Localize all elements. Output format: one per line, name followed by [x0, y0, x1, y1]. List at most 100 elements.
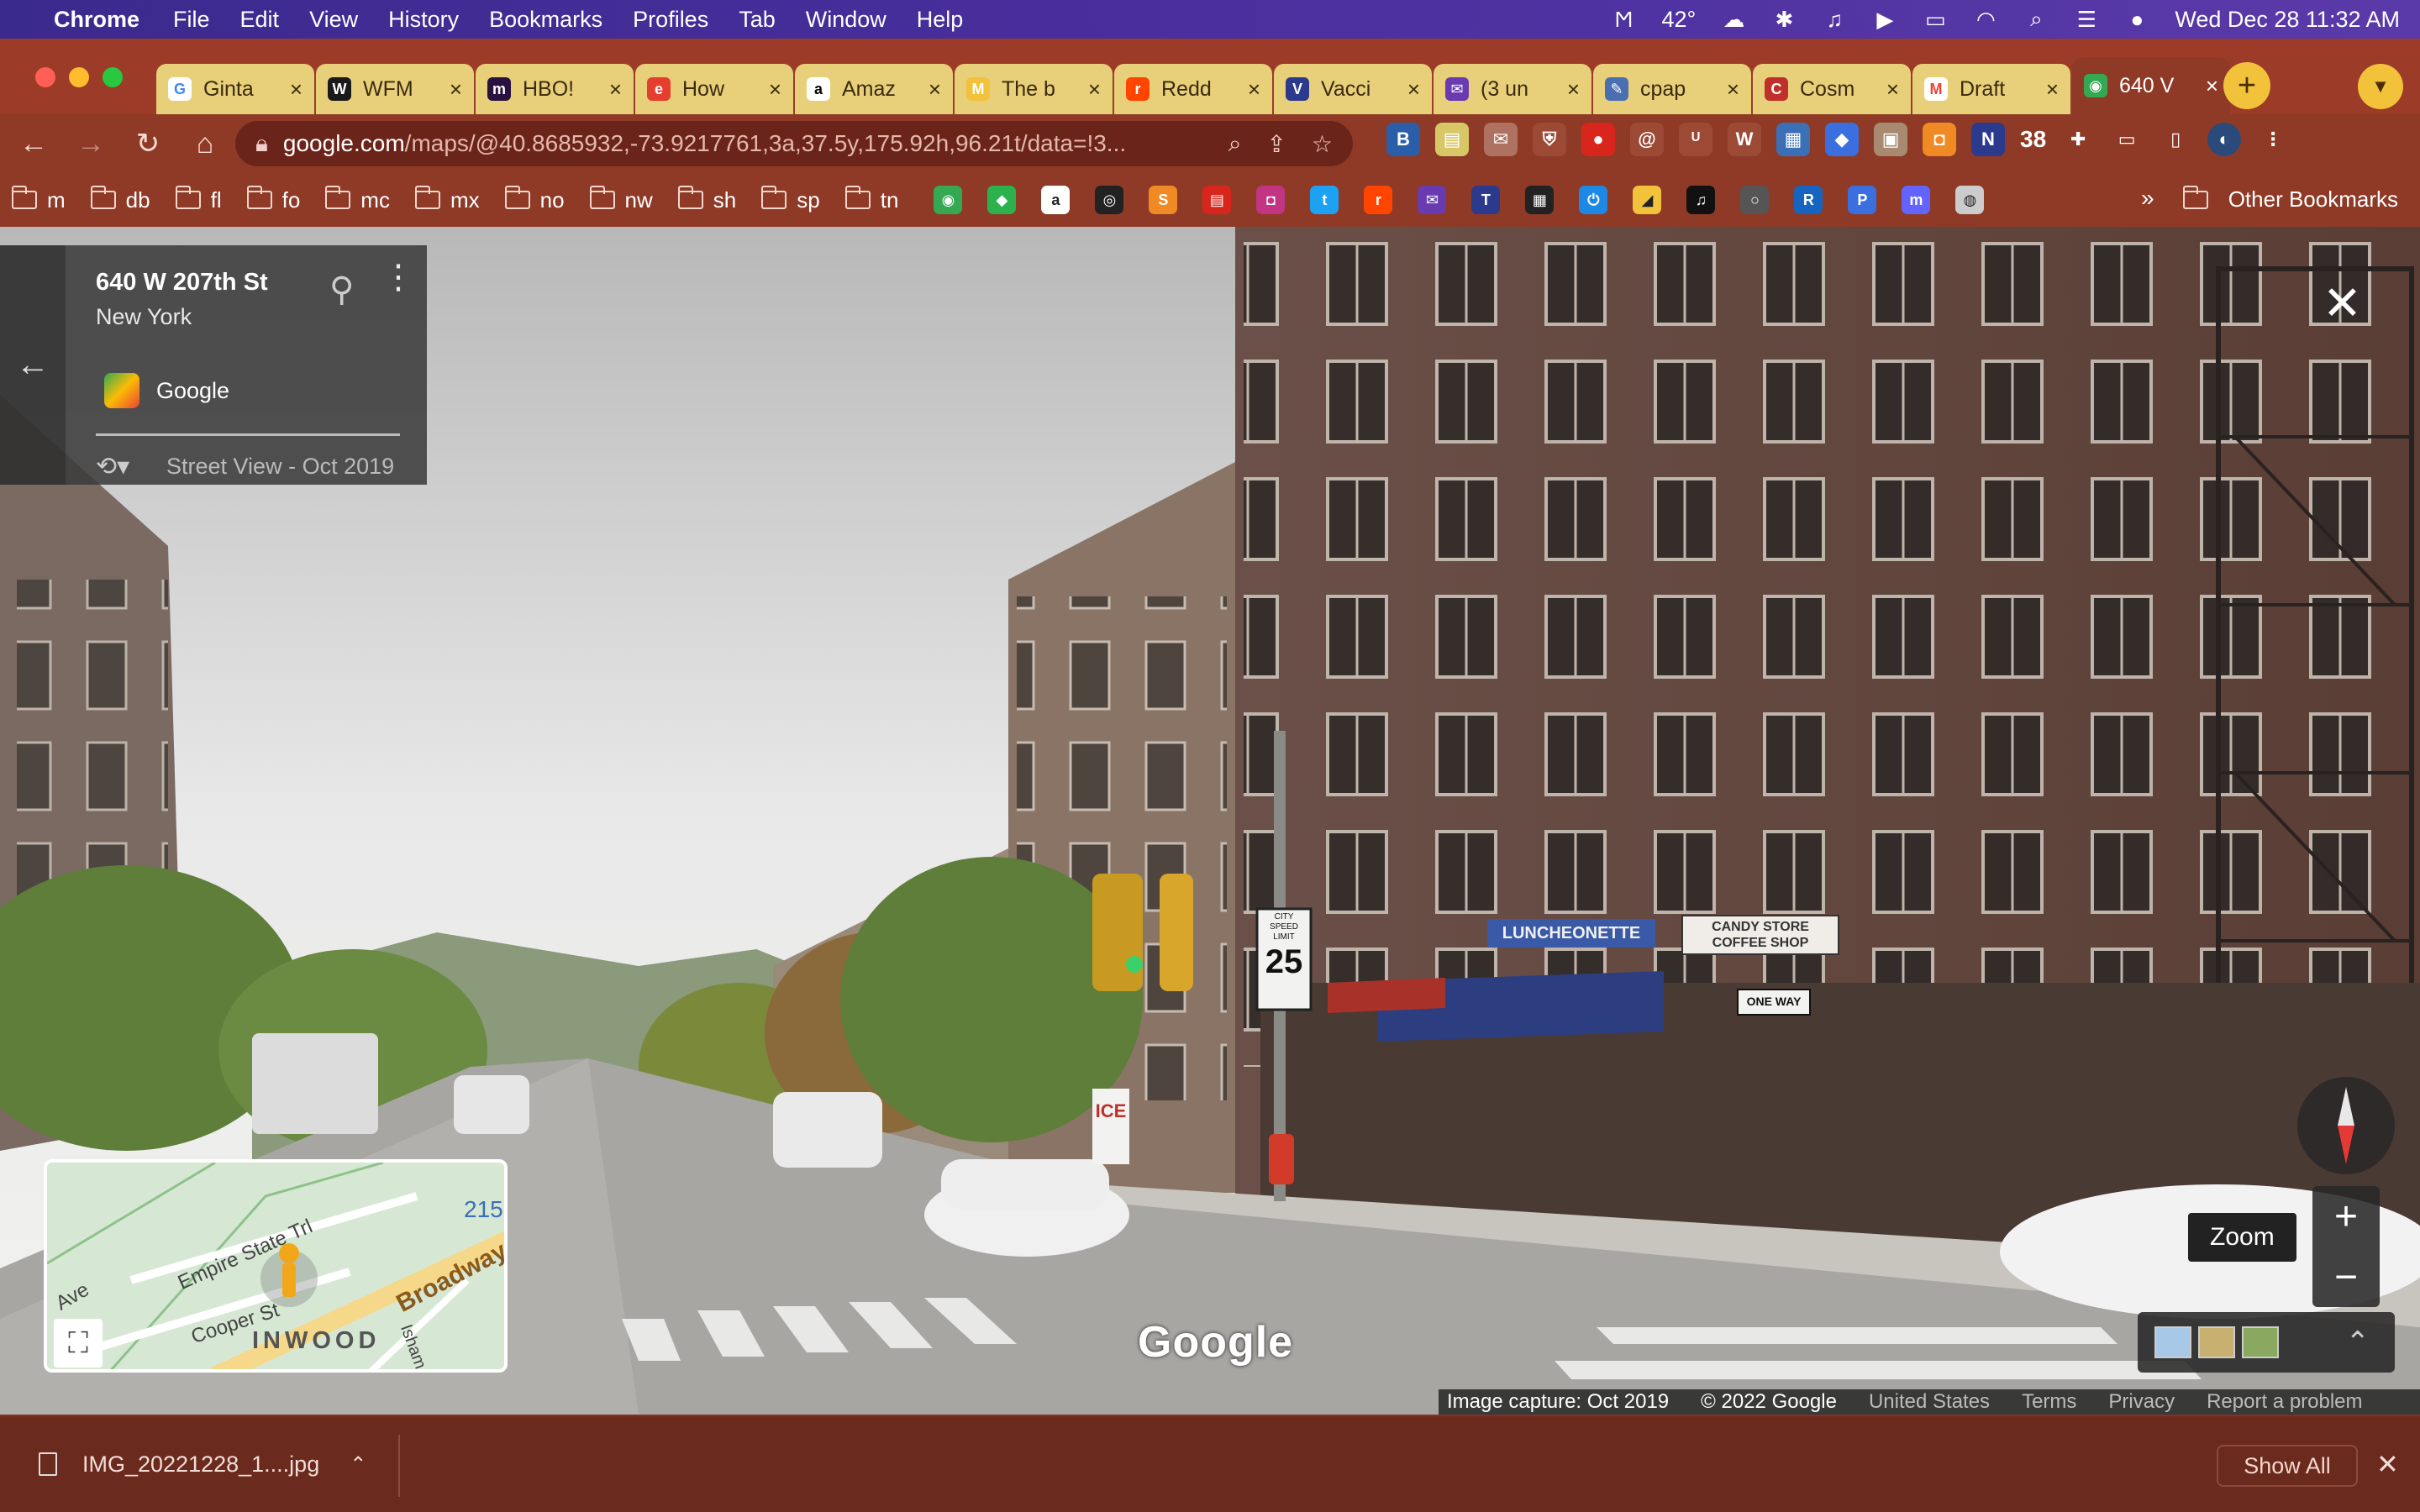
expand-up-chevron-icon[interactable]: ⌃	[2346, 1326, 2370, 1359]
tab-close-icon[interactable]: ×	[609, 76, 622, 102]
browser-tab[interactable]: C Cosm ×	[1753, 64, 1911, 114]
menu-view[interactable]: View	[309, 7, 358, 33]
tab-close-icon[interactable]: ×	[2046, 76, 2059, 102]
bookmark-folder[interactable]: sh	[677, 186, 736, 213]
tab-close-icon[interactable]: ×	[1248, 76, 1260, 102]
maps-bookmark-icon[interactable]: ◉	[934, 186, 963, 214]
window-close-button[interactable]	[35, 67, 55, 87]
extension-badge-count[interactable]: 38	[2020, 126, 2046, 153]
download-filename[interactable]: IMG_20221228_1....jpg	[82, 1452, 319, 1478]
browser-tab[interactable]: M The b ×	[955, 64, 1113, 114]
tab-close-icon[interactable]: ×	[1567, 76, 1580, 102]
layer-thumbnail[interactable]	[2242, 1326, 2279, 1358]
tab-search-button[interactable]: ▼	[2358, 64, 2403, 109]
back-arrow-button[interactable]: ←	[0, 245, 66, 485]
bookmarks-overflow-chevron[interactable]: »	[2141, 185, 2154, 212]
ring-bookmark-icon[interactable]: ○	[1740, 186, 1770, 214]
browser-tab[interactable]: a Amaz ×	[795, 64, 953, 114]
pin-extension-icon[interactable]: ◆	[1825, 123, 1859, 156]
red-extension-icon[interactable]: ●	[1581, 123, 1615, 156]
orange-extension-icon[interactable]: ◘	[1923, 123, 1956, 156]
tab-close-icon[interactable]: ×	[1727, 76, 1739, 102]
tab-close-icon[interactable]: ×	[769, 76, 781, 102]
control-center-icon[interactable]: ☰	[2074, 7, 2099, 32]
browser-tab[interactable]: W WFM ×	[316, 64, 474, 114]
shield-extension-icon[interactable]: ⛨	[1533, 123, 1566, 156]
r-bookmark-icon[interactable]: R	[1794, 186, 1823, 214]
country-link[interactable]: United States	[1869, 1390, 1990, 1414]
menu-file[interactable]: File	[173, 7, 210, 33]
bookmark-folder[interactable]: fl	[175, 186, 222, 213]
bookmark-folder[interactable]: fo	[246, 186, 300, 213]
chrome-menu-icon[interactable]: ⋮	[2256, 123, 2290, 156]
menu-history[interactable]: History	[388, 7, 459, 33]
battery-icon[interactable]: ▭	[1923, 7, 1948, 32]
spotlight-search-icon[interactable]: ⌕	[2023, 6, 2049, 32]
lock-icon[interactable]: 🔒︎	[255, 130, 268, 158]
s-bookmark-icon[interactable]: S	[1149, 186, 1178, 214]
browser-tab[interactable]: m HBO! ×	[476, 64, 634, 114]
trello-extension-icon[interactable]: B	[1386, 123, 1420, 156]
browser-tab[interactable]: ✉ (3 un ×	[1434, 64, 1591, 114]
close-street-view-button[interactable]: ✕	[2323, 276, 2362, 331]
home-button[interactable]: ⌂	[182, 120, 229, 167]
browser-tab[interactable]: r Redd ×	[1114, 64, 1272, 114]
mail-bookmark-icon[interactable]: ✉	[1418, 186, 1447, 214]
time-travel-icon[interactable]: ⟲▾	[96, 452, 129, 481]
zoom-out-button[interactable]: −	[2312, 1247, 2380, 1307]
other-bookmarks-folder[interactable]: Other Bookmarks	[2182, 185, 2398, 213]
menu-edit[interactable]: Edit	[240, 7, 280, 33]
street-view-panorama[interactable]: CITY SPEED LIMIT 25 LUNCHEONETTE CANDY S…	[0, 227, 2420, 1415]
image-extension-icon[interactable]: ▣	[1874, 123, 1907, 156]
window-minimize-button[interactable]	[69, 67, 89, 87]
mail-extension-icon[interactable]: ✉	[1484, 123, 1518, 156]
more-options-icon[interactable]: ⋮	[381, 260, 415, 294]
browser-tab[interactable]: ◉ 640 V ×	[2072, 57, 2230, 114]
show-all-downloads-button[interactable]: Show All	[2217, 1445, 2358, 1487]
terms-link[interactable]: Terms	[2022, 1390, 2076, 1414]
film-bookmark-icon[interactable]: ▦	[1525, 186, 1555, 214]
window-zoom-button[interactable]	[103, 67, 123, 87]
n-extension-icon[interactable]: N	[1971, 123, 2005, 156]
reload-button[interactable]: ↻	[124, 120, 171, 167]
headphones-bookmark-icon[interactable]: ♫	[1686, 186, 1716, 214]
bookmark-folder[interactable]: tn	[844, 186, 898, 213]
tab-close-icon[interactable]: ×	[2206, 73, 2218, 99]
browser-tab[interactable]: V Vacci ×	[1274, 64, 1432, 114]
headphones-icon[interactable]: ♫	[1822, 7, 1847, 32]
t-bookmark-icon[interactable]: T	[1471, 186, 1501, 214]
bookmark-folder[interactable]: sp	[761, 186, 820, 213]
bookmark-star-icon[interactable]: ☆	[1312, 130, 1333, 158]
bookmark-folder[interactable]: db	[90, 186, 150, 213]
menu-tab[interactable]: Tab	[739, 7, 776, 33]
mastodon-bookmark-icon[interactable]: m	[1902, 186, 1931, 214]
browser-tab[interactable]: e How ×	[635, 64, 793, 114]
share-icon[interactable]: ⇪	[1266, 130, 1286, 158]
sheet-extension-icon[interactable]: ▤	[1435, 123, 1469, 156]
p-bookmark-icon[interactable]: P	[1848, 186, 1877, 214]
twitter-bookmark-icon[interactable]: t	[1310, 186, 1339, 214]
siri-icon[interactable]: ●	[2124, 7, 2149, 32]
reddit-bookmark-icon[interactable]: r	[1364, 186, 1393, 214]
forward-button[interactable]: →	[67, 120, 114, 167]
menu-window[interactable]: Window	[806, 7, 886, 33]
close-downloads-shelf-button[interactable]: ✕	[2376, 1448, 2399, 1480]
feedly-bookmark-icon[interactable]: ◆	[987, 186, 1017, 214]
browser-tab[interactable]: G Ginta ×	[156, 64, 314, 114]
target-bookmark-icon[interactable]: ◎	[1095, 186, 1124, 214]
wifi-icon[interactable]: ◠	[1973, 7, 1998, 32]
privacy-link[interactable]: Privacy	[2108, 1390, 2175, 1414]
bookmark-folder[interactable]: no	[504, 186, 565, 213]
new-tab-button[interactable]: +	[2223, 62, 2270, 109]
menu-bookmarks[interactable]: Bookmarks	[489, 7, 602, 33]
tab-close-icon[interactable]: ×	[929, 76, 941, 102]
minimap[interactable]: Empire State Trl Cooper St Broadway Ave …	[44, 1159, 508, 1373]
weather-temp[interactable]: 42°	[1662, 7, 1697, 33]
zoom-in-button[interactable]: +	[2312, 1186, 2380, 1247]
malwarebytes-icon[interactable]: Ϻ	[1612, 7, 1637, 32]
weather-icon[interactable]: ☁	[1721, 7, 1746, 32]
bookmark-folder[interactable]: m	[12, 186, 66, 213]
amazon-bookmark-icon[interactable]: a	[1041, 186, 1071, 214]
instagram-bookmark-icon[interactable]: ◘	[1256, 186, 1286, 214]
play-icon[interactable]: ▶	[1872, 7, 1897, 32]
